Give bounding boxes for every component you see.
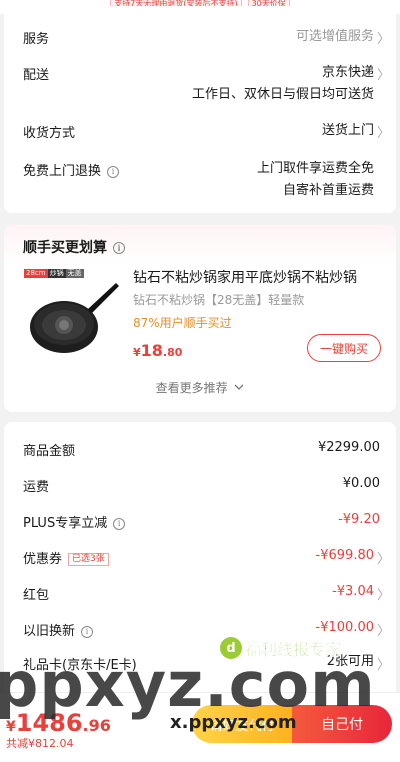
product-rate: 87%用户顺手买过: [133, 316, 232, 330]
recommend-title: 顺手买更划算 i: [23, 237, 125, 257]
row-label: 免费上门退换 i: [23, 160, 120, 179]
chevron-right-icon: 〉: [376, 126, 390, 141]
chevron-right-icon: 〉: [376, 552, 390, 567]
see-more-label: 查看更多推荐: [155, 381, 228, 395]
chevron-right-icon: 〉: [376, 588, 390, 603]
wok-icon: [30, 283, 119, 353]
recommend-card: 顺手买更划算 i 28cm 炒锅 无盖 钻石不粘炒锅家用平底炒锅不粘炒锅 钻石不粘…: [4, 225, 396, 412]
row-label: 礼品卡(京东卡/E卡): [23, 658, 137, 673]
row-value: -¥9.20: [338, 512, 380, 527]
self-pay-button[interactable]: 自己付: [292, 705, 392, 743]
total-decimal: .96: [82, 716, 111, 735]
info-icon[interactable]: i: [107, 165, 120, 178]
product-name[interactable]: 钻石不粘炒锅家用平底炒锅不粘炒锅: [133, 267, 383, 287]
row-label: PLUS专享立减 i: [23, 512, 126, 531]
one-click-buy-button[interactable]: 一键购买: [307, 334, 381, 362]
row-label-text: 以旧换新: [23, 624, 76, 639]
info-icon[interactable]: i: [113, 242, 125, 254]
chevron-right-icon: 〉: [376, 658, 390, 673]
row-value: ¥0.00: [342, 476, 380, 491]
product-spec: 钻石不粘炒锅【28无盖】轻量款: [133, 293, 305, 307]
row-label-text: 优惠券: [23, 552, 63, 567]
recommend-title-text: 顺手买更划算: [23, 240, 107, 256]
free-return-line2: 自寄补首重运费: [282, 183, 374, 198]
row-value: 可选增值服务: [295, 29, 374, 44]
checkout-bar: ¥1486.96 共减¥812.04 请好友代付 自己付: [0, 692, 400, 762]
chevron-right-icon: 〉: [376, 32, 390, 47]
row-value: 送货上门: [321, 123, 374, 138]
service-card: 服务 可选增值服务 〉 配送 京东快递 工作日、双休日与假日均可送货 〉 收货方…: [4, 6, 396, 213]
product-image[interactable]: 28cm 炒锅 无盖: [24, 269, 120, 359]
see-more-recommend[interactable]: 查看更多推荐: [4, 379, 396, 396]
delivery-method: 京东快递: [321, 65, 374, 80]
product-price: ¥18.80: [133, 341, 182, 360]
row-value: ¥2299.00: [317, 440, 380, 455]
row-value: -¥100.00: [315, 620, 374, 635]
total-integer: 1486: [15, 709, 83, 737]
info-icon[interactable]: i: [113, 517, 126, 530]
row-label: 优惠券 已选3张: [23, 548, 109, 567]
free-return-line1: 上门取件享运费全免: [256, 161, 374, 176]
total-price: ¥1486.96: [6, 709, 111, 737]
total-currency: ¥: [6, 719, 16, 735]
row-label: 收货方式: [23, 126, 76, 141]
chevron-right-icon: 〉: [376, 624, 390, 639]
info-icon[interactable]: i: [81, 625, 94, 638]
row-label-text: PLUS专享立减: [23, 516, 108, 531]
chevron-down-icon: [234, 384, 244, 390]
delivery-time: 工作日、双休日与假日均可送货: [191, 87, 374, 102]
row-label: 商品金额: [23, 444, 76, 459]
free-return-values: 上门取件享运费全免 自寄补首重运费: [257, 158, 374, 202]
row-label: 配送: [23, 68, 50, 83]
delivery-values: 京东快递 工作日、双休日与假日均可送货: [192, 62, 374, 106]
row-label: 运费: [23, 480, 50, 495]
row-value: -¥699.80: [315, 548, 374, 563]
row-label: 以旧换新 i: [23, 620, 94, 639]
row-value: -¥3.04: [332, 584, 374, 599]
friend-pay-button[interactable]: 请好友代付: [192, 705, 292, 743]
price-currency: ¥: [133, 346, 141, 359]
row-label-text: 免费上门退换: [23, 164, 102, 179]
row-label: 服务: [23, 32, 50, 47]
price-integer: 18: [140, 341, 163, 360]
total-saved[interactable]: 共减¥812.04: [6, 735, 74, 751]
chevron-right-icon: 〉: [376, 68, 390, 83]
coupon-count-tag: 已选3张: [68, 553, 109, 566]
price-decimal: .80: [162, 346, 183, 359]
row-value: 2张可用: [326, 654, 374, 669]
row-label: 红包: [23, 588, 50, 603]
